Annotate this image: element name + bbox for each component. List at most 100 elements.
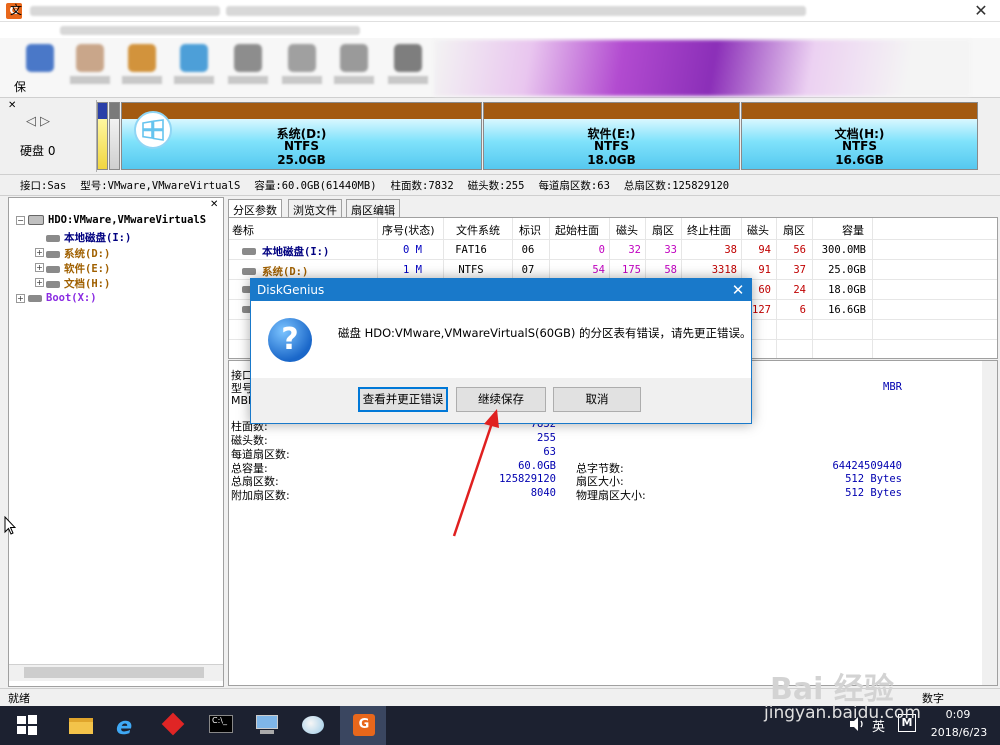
table-row-label[interactable]: 系统(D:) (242, 264, 308, 279)
tree-root-disk[interactable]: HDO:VMware,VMwareVirtualS (28, 214, 206, 226)
dialog-title: DiskGenius (251, 279, 751, 301)
row-end-sec: 24 (793, 284, 806, 296)
details-vertical-scrollbar[interactable] (982, 361, 997, 685)
toolbar-recover-button[interactable] (120, 42, 164, 90)
partition-segment-boot[interactable] (109, 102, 120, 170)
taskbar-date[interactable]: 2018/6/23 (924, 726, 994, 739)
tree-item-system[interactable]: 系统(D:) (46, 246, 110, 261)
windows-start-icon[interactable] (16, 714, 38, 736)
next-disk-icon[interactable]: ▷ (40, 114, 50, 129)
tree-scroll-thumb[interactable] (24, 667, 204, 678)
taskbar-clock[interactable]: 0:09 (928, 708, 988, 721)
quick-partition-icon (180, 44, 208, 72)
info-heads: 磁头数:255 (467, 180, 525, 192)
row-end-head: 91 (758, 264, 771, 276)
info-sectors-per-track: 每道扇区数:63 (538, 180, 610, 192)
row-capacity: 18.0GB (828, 284, 866, 296)
internet-explorer-icon[interactable]: e (112, 710, 142, 740)
toolbar-format-button[interactable] (280, 42, 324, 90)
save-icon (26, 44, 54, 72)
partition-size: 16.6GB (835, 153, 884, 167)
dialog-message: 磁盘 HDO:VMware,VMwareVirtualS(60GB) 的分区表有… (338, 326, 752, 340)
dialog-close-button[interactable]: ✕ (726, 279, 750, 301)
tree-expand-icon[interactable]: + (16, 294, 25, 303)
red-app-icon[interactable] (158, 710, 188, 740)
strip-close-icon[interactable]: ✕ (8, 100, 16, 111)
row-end-sec: 37 (793, 264, 806, 276)
window-close-button[interactable]: ✕ (962, 0, 1000, 22)
toolbar-delete-button[interactable] (332, 42, 376, 90)
partition-segment-documents[interactable]: 文档(H:) NTFS 16.6GB (741, 102, 978, 170)
info-capacity: 容量:60.0GB(61440MB) (254, 180, 377, 192)
disk-label: 硬盘 0 (20, 144, 56, 158)
tree-item-documents[interactable]: 文档(H:) (46, 276, 110, 291)
row-end-cyl: 38 (724, 244, 737, 256)
partition-size: 25.0GB (277, 153, 326, 167)
info-cylinders: 柱面数:7832 (390, 180, 454, 192)
info-model: 型号:VMware,VMwareVirtualS (80, 180, 241, 192)
file-explorer-icon[interactable] (66, 710, 96, 740)
tree-close-icon[interactable]: ✕ (210, 199, 218, 210)
col-end-head[interactable]: 磁头 (747, 222, 769, 238)
partition-fs: NTFS (841, 139, 878, 153)
tab-sector-edit[interactable]: 扇区编辑 (346, 199, 400, 217)
col-start-cylinder[interactable]: 起始柱面 (555, 222, 599, 238)
blurred-title-details (226, 6, 806, 16)
partition-icon (46, 280, 60, 288)
col-capacity[interactable]: 容量 (842, 222, 864, 238)
tree-item-label: 系统(D:) (64, 248, 111, 260)
col-id[interactable]: 标识 (519, 222, 541, 238)
tree-item-boot[interactable]: Boot(X:) (28, 292, 97, 304)
baidu-watermark-logo: Bai 经验 (770, 672, 894, 707)
col-seq-status[interactable]: 序号(状态) (382, 222, 435, 238)
cancel-button[interactable]: 取消 (553, 387, 641, 412)
table-row-label[interactable]: 本地磁盘(I:) (242, 244, 329, 259)
toolbar-search-button[interactable] (68, 42, 112, 90)
paint-app-icon[interactable] (298, 710, 328, 740)
format-icon (288, 44, 316, 72)
partition-segment-local-disk[interactable] (97, 102, 108, 170)
col-volume-label[interactable]: 卷标 (232, 222, 254, 238)
toolbar-save-label: 保 (14, 80, 27, 94)
ad-banner[interactable] (434, 40, 970, 96)
toolbar-quick-partition-button[interactable] (172, 42, 216, 90)
mouse-cursor-icon (4, 516, 16, 535)
hard-disk-icon (28, 215, 44, 225)
partition-segment-system[interactable]: 系统(D:) NTFS 25.0GB (121, 102, 482, 170)
col-end-cylinder[interactable]: 终止柱面 (687, 222, 731, 238)
baidu-watermark-site: jingyan.baidu.com (764, 703, 921, 723)
tree-item-label: 文档(H:) (64, 278, 111, 290)
toolbar-new-partition-button[interactable] (226, 42, 270, 90)
blurred-window-title (30, 6, 220, 16)
delete-icon (340, 44, 368, 72)
row-id: 06 (521, 244, 535, 256)
diskgenius-taskbar-icon[interactable]: G (348, 710, 378, 740)
col-filesystem[interactable]: 文件系统 (456, 222, 500, 238)
row-start-sec: 58 (664, 264, 677, 276)
col-start-sector[interactable]: 扇区 (652, 222, 674, 238)
col-end-sector[interactable]: 扇区 (783, 222, 805, 238)
tab-browse-files[interactable]: 浏览文件 (288, 199, 342, 217)
tree-item-local-disk[interactable]: 本地磁盘(I:) (46, 230, 131, 245)
col-start-head[interactable]: 磁头 (616, 222, 638, 238)
command-prompt-icon[interactable]: C:\_ (206, 710, 236, 740)
check-and-fix-button[interactable]: 查看并更正错误 (358, 387, 448, 412)
tree-expand-icon[interactable]: + (35, 263, 44, 272)
prev-disk-icon[interactable]: ◁ (26, 114, 36, 129)
tree-expand-icon[interactable]: + (35, 248, 44, 257)
row-end-cyl: 3318 (711, 264, 737, 276)
detail-phys-sector-label: 物理扇区大小: (576, 489, 646, 502)
menu-item-file[interactable]: 文 (10, 1, 22, 18)
partition-segment-software[interactable]: 软件(E:) NTFS 18.0GB (483, 102, 740, 170)
tree-collapse-icon[interactable]: − (16, 216, 25, 225)
toolbar-backup-button[interactable] (386, 42, 430, 90)
tree-expand-icon[interactable]: + (35, 278, 44, 287)
tree-item-software[interactable]: 软件(E:) (46, 261, 110, 276)
row-end-sec: 6 (799, 304, 806, 316)
row-start-cyl: 0 (598, 244, 605, 256)
partition-icon (46, 234, 60, 242)
network-computer-icon[interactable] (252, 710, 282, 740)
partition-size: 18.0GB (587, 153, 636, 167)
row-seq: 0 M (403, 244, 422, 256)
tab-partition-params[interactable]: 分区参数 (228, 199, 282, 217)
